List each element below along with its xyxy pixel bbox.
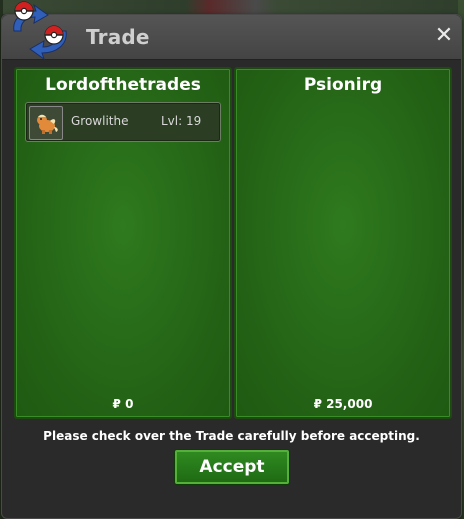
window-title: Trade xyxy=(86,25,150,49)
accept-button[interactable]: Accept xyxy=(175,450,289,484)
left-money-offer: ₽ 0 xyxy=(112,397,134,411)
trade-window: Trade ✕ Lordofthetrades Growlithe Lvl: 1… xyxy=(1,1,462,519)
game-screen: Trade ✕ Lordofthetrades Growlithe Lvl: 1… xyxy=(0,0,464,519)
item-level: Lvl: 19 xyxy=(161,114,202,128)
trade-warning-text: Please check over the Trade carefully be… xyxy=(43,429,420,443)
right-money-offer: ₽ 25,000 xyxy=(313,397,373,411)
growlithe-sprite-icon xyxy=(29,106,63,140)
right-trade-panel: Psionirg ₽ 25,000 xyxy=(234,67,452,419)
left-trade-panel: Lordofthetrades Growlithe Lvl: 19 ₽ 0 xyxy=(14,67,232,419)
right-player-name: Psionirg xyxy=(303,75,383,95)
trade-arrows-pokeball-icon xyxy=(13,1,67,61)
left-player-name: Lordofthetrades xyxy=(45,75,201,95)
close-icon[interactable]: ✕ xyxy=(433,23,455,48)
trade-item-slot[interactable]: Growlithe Lvl: 19 xyxy=(25,102,221,142)
item-name: Growlithe xyxy=(71,114,129,128)
